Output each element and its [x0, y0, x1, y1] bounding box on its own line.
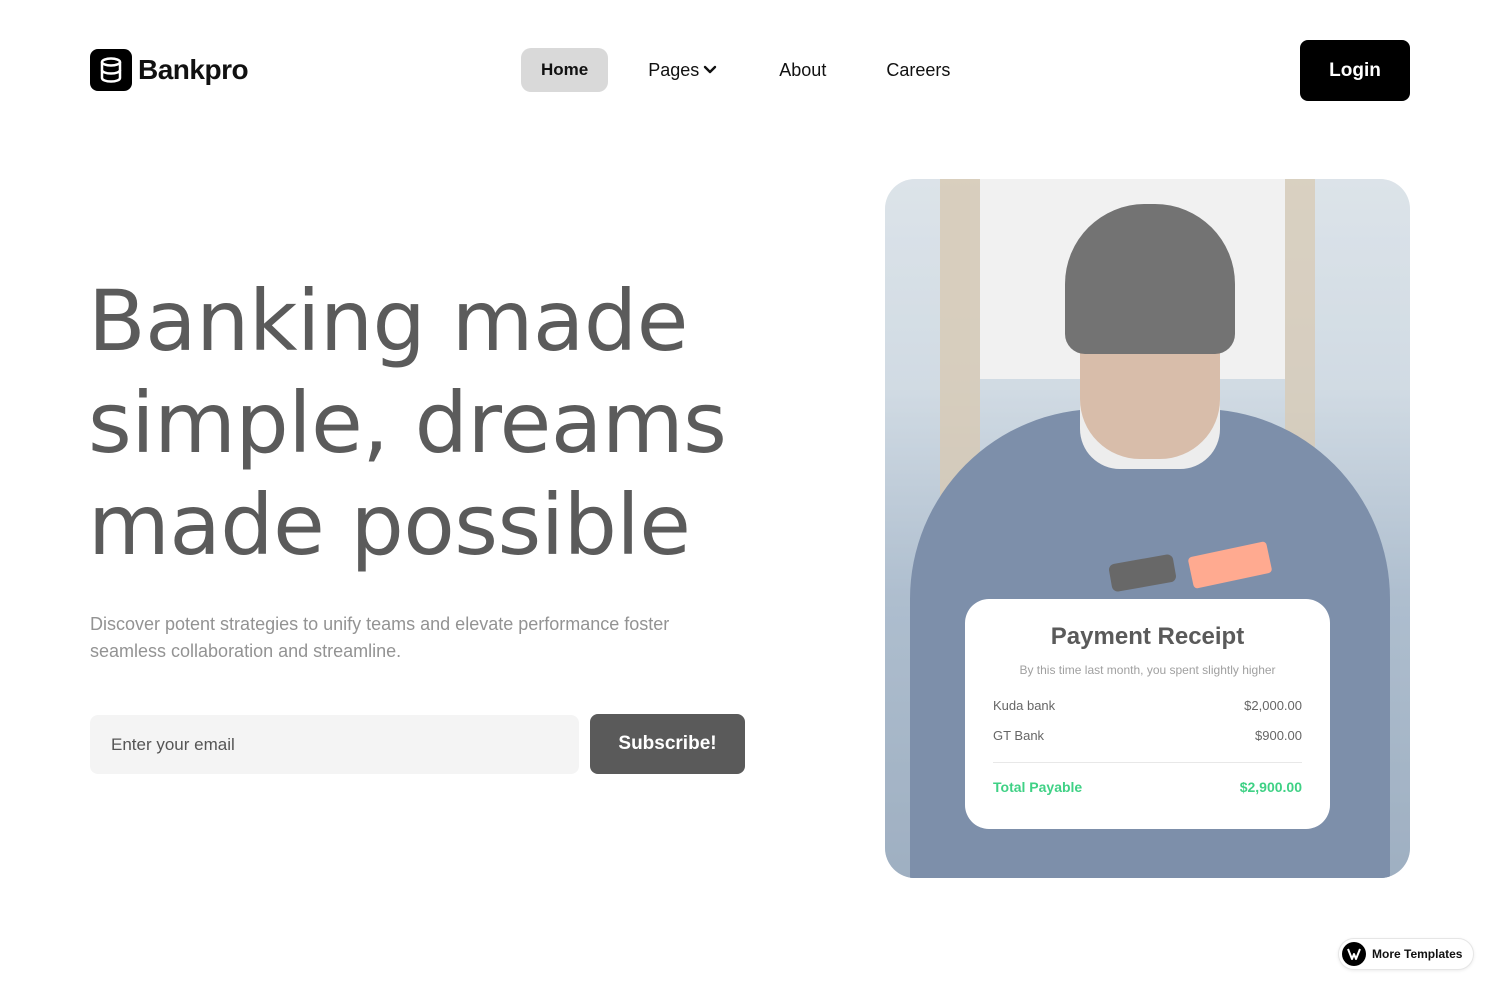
nav-item-pages-label: Pages — [648, 59, 700, 80]
receipt-row-amount: $2,000.00 — [1244, 698, 1302, 713]
brand-logo[interactable]: Bankpro — [90, 49, 249, 91]
more-templates-badge[interactable]: More Templates — [1338, 938, 1475, 970]
more-templates-label: More Templates — [1372, 947, 1463, 961]
subscribe-button[interactable]: Subscribe! — [590, 714, 745, 774]
login-button[interactable]: Login — [1300, 40, 1410, 101]
hero-title: Banking made simple, dreams made possibl… — [88, 270, 788, 576]
hero-subtitle: Discover potent strategies to unify team… — [90, 614, 670, 661]
receipt-title: Payment Receipt — [1050, 623, 1245, 650]
nav-item-pages[interactable]: Pages — [648, 48, 717, 92]
receipt-row-label: Kuda bank — [993, 698, 1056, 713]
receipt-row-amount: $900.00 — [1255, 728, 1302, 743]
nav-item-home[interactable]: Home — [521, 48, 609, 92]
receipt-row: GT Bank $900.00 — [993, 728, 1302, 743]
receipt-row-label: GT Bank — [993, 728, 1045, 743]
receipt-subtitle: By this time last month, you spent sligh… — [1019, 663, 1276, 677]
nav-item-about[interactable]: About — [779, 48, 826, 92]
payment-receipt-card: Payment Receipt By this time last month,… — [965, 599, 1330, 829]
email-input[interactable] — [90, 715, 579, 774]
nav-item-careers[interactable]: Careers — [886, 48, 950, 92]
receipt-total-label: Total Payable — [993, 779, 1083, 795]
hero-title-line: made possible — [88, 476, 691, 574]
hero-title-line: simple, dreams — [88, 374, 727, 472]
database-icon — [90, 49, 132, 91]
receipt-total-amount: $2,900.00 — [1239, 779, 1302, 795]
receipt-row: Kuda bank $2,000.00 — [993, 698, 1302, 713]
framer-icon — [1342, 942, 1366, 966]
receipt-total: Total Payable $2,900.00 — [993, 779, 1302, 795]
main-nav: Home Pages About Careers — [521, 48, 950, 92]
brand-name: Bankpro — [138, 54, 249, 85]
receipt-divider — [993, 762, 1302, 763]
hero-title-line: Banking made — [88, 272, 688, 370]
chevron-down-icon — [704, 65, 717, 74]
